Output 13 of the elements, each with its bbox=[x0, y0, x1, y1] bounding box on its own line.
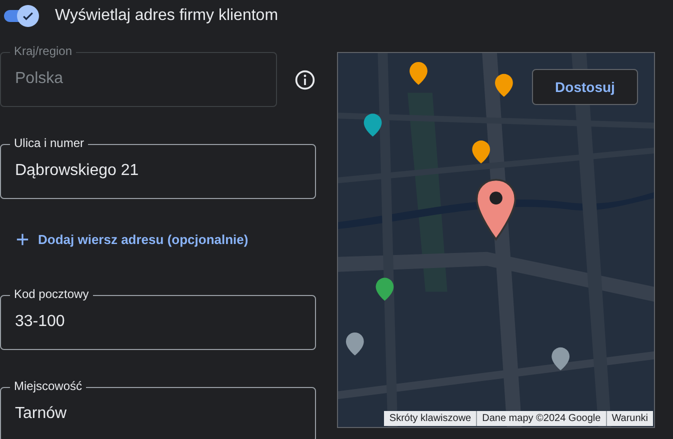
field-label: Miejscowość bbox=[10, 379, 86, 393]
location-pin-icon bbox=[474, 177, 518, 243]
plus-icon bbox=[16, 233, 29, 246]
field-label: Kod pocztowy bbox=[10, 287, 93, 301]
field-label: Ulica i numer bbox=[10, 136, 88, 150]
attribution-link[interactable]: Warunki bbox=[606, 411, 653, 426]
attribution-link[interactable]: Skróty klawiszowe bbox=[384, 411, 476, 426]
add-line-link[interactable]: Dodaj wiersz adresu (opcjonalnie) bbox=[16, 232, 320, 247]
customize-button[interactable]: Dostosuj bbox=[532, 69, 638, 105]
toggle-label: Wyświetlaj adres firmy klientom bbox=[55, 7, 278, 25]
map-panel[interactable]: Dostosuj Skróty klawiszowe Dane mapy ©2024 Google Warunki bbox=[337, 52, 655, 428]
toggle-switch[interactable] bbox=[4, 4, 40, 28]
attribution-link[interactable]: Dane mapy ©2024 Google bbox=[477, 411, 606, 426]
